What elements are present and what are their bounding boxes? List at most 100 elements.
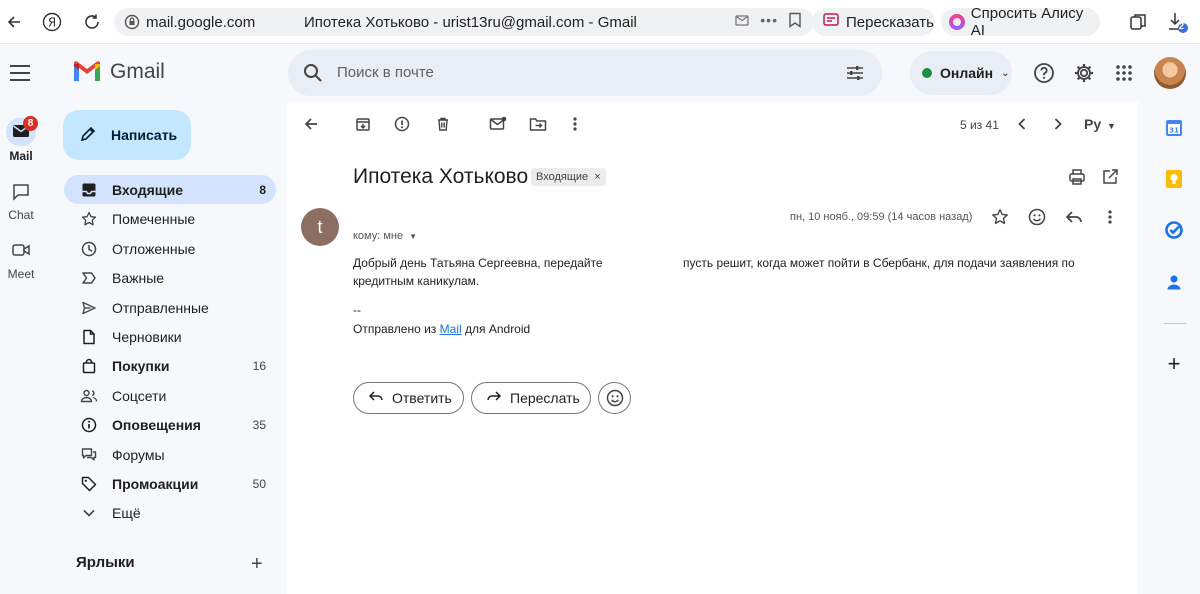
language-label: Ру xyxy=(1084,116,1102,132)
sidebar-item-label: Черновики xyxy=(112,328,182,345)
email-date: пн, 10 нояб., 09:59 (14 часов назад) xyxy=(790,211,973,223)
meet-video-icon[interactable] xyxy=(12,242,30,263)
signature-mail-link[interactable]: Mail xyxy=(440,322,462,336)
keep-notes-icon[interactable] xyxy=(1164,169,1184,189)
sidebar-item-count: 16 xyxy=(252,358,266,373)
chat-icon[interactable] xyxy=(12,183,30,206)
recipient-details[interactable]: кому: мне ▼ xyxy=(353,230,417,242)
sidebar-item-9[interactable]: Оповещения 35 xyxy=(64,410,276,439)
add-label-plus-icon[interactable]: + xyxy=(251,553,263,576)
archive-icon[interactable] xyxy=(353,114,373,134)
more-vertical-icon[interactable] xyxy=(565,114,585,134)
inbox-icon xyxy=(80,181,98,199)
sidebar-item-6[interactable]: Черновики xyxy=(64,322,276,351)
downloads-icon[interactable]: 2 xyxy=(1166,10,1190,34)
pencil-icon xyxy=(79,125,97,146)
sidebar-item-label: Покупки xyxy=(112,357,170,374)
folder-tag[interactable]: Входящие × xyxy=(531,168,606,186)
star-icon xyxy=(80,210,98,228)
search-icon[interactable] xyxy=(302,62,324,89)
ask-alice-button[interactable]: Спросить Алису AI xyxy=(941,5,1100,39)
info-icon xyxy=(80,416,98,434)
sidebar-item-label: Важные xyxy=(112,269,165,286)
open-new-window-icon[interactable] xyxy=(1100,167,1120,187)
reply-label: Ответить xyxy=(392,390,452,406)
calendar-icon[interactable]: 31 xyxy=(1164,118,1184,138)
forward-button[interactable]: Переслать xyxy=(471,382,591,414)
signature-line: Отправлено из Mail для Android xyxy=(353,322,530,336)
sidebar-item-label: Входящие xyxy=(112,181,183,198)
main-menu-icon[interactable] xyxy=(10,65,30,81)
move-to-folder-icon[interactable] xyxy=(528,114,548,134)
get-addons-plus-icon[interactable]: + xyxy=(1164,351,1184,376)
body-line1-part-a: Добрый день Татьяна Сергеевна, передайте xyxy=(353,256,603,270)
body-paragraph-line1: Добрый день Татьяна Сергеевна, передайте… xyxy=(353,256,1075,270)
account-avatar[interactable] xyxy=(1154,57,1186,89)
folder-tag-label: Входящие xyxy=(536,171,589,183)
alice-icon xyxy=(949,14,965,30)
back-to-inbox-icon[interactable] xyxy=(301,114,321,134)
address-bar[interactable]: mail.google.com Ипотека Хотьково - urist… xyxy=(114,8,814,36)
signature-prefix: Отправлено из xyxy=(353,322,437,336)
search-options-icon[interactable] xyxy=(844,62,866,89)
tasks-icon[interactable] xyxy=(1164,220,1184,240)
print-icon[interactable] xyxy=(1067,167,1087,187)
more-dots-icon[interactable]: ••• xyxy=(760,12,778,31)
sidebar-item-8[interactable]: Соцсети xyxy=(64,381,276,410)
rail-chat-label[interactable]: Chat xyxy=(0,208,42,222)
input-language-select[interactable]: Ру ▼ xyxy=(1084,116,1116,132)
tabs-icon[interactable] xyxy=(1126,10,1150,34)
status-selector[interactable]: Онлайн ⌄ xyxy=(910,51,1012,95)
star-icon[interactable] xyxy=(990,207,1010,227)
sidebar-item-count: 50 xyxy=(252,476,266,491)
forum-icon xyxy=(80,446,98,464)
retell-icon xyxy=(822,11,840,33)
pager-text: 5 из 41 xyxy=(960,118,999,132)
reply-button[interactable]: Ответить xyxy=(353,382,464,414)
reader-mode-icon[interactable] xyxy=(734,12,750,31)
mark-unread-icon[interactable] xyxy=(488,114,508,134)
forward-arrow-icon xyxy=(486,390,502,407)
rail-meet-label[interactable]: Meet xyxy=(0,267,42,281)
sidebar-item-4[interactable]: Важные xyxy=(64,263,276,292)
search-placeholder: Поиск в почте xyxy=(337,64,434,81)
rail-mail-label[interactable]: Mail xyxy=(0,149,42,163)
sidebar-item-label: Отправленные xyxy=(112,299,209,316)
sidebar-item-count: 8 xyxy=(259,182,266,197)
sidebar-item-11[interactable]: Промоакции 50 xyxy=(64,469,276,498)
sidebar-item-count: 35 xyxy=(252,417,266,432)
search-input[interactable]: Поиск в почте xyxy=(288,50,882,96)
important-icon xyxy=(80,269,98,287)
sidebar-item-10[interactable]: Форумы xyxy=(64,440,276,469)
contacts-icon[interactable] xyxy=(1164,272,1184,292)
retell-button[interactable]: Пересказать xyxy=(812,8,935,36)
remove-tag-close-icon[interactable]: × xyxy=(594,171,600,183)
apps-grid-icon[interactable] xyxy=(1111,60,1137,86)
gmail-logo[interactable]: Gmail xyxy=(72,60,165,84)
emoji-react-button[interactable] xyxy=(598,382,631,414)
message-more-vertical-icon[interactable] xyxy=(1100,207,1120,227)
compose-button[interactable]: Написать xyxy=(63,110,191,160)
sidebar-item-2[interactable]: Помеченные xyxy=(64,204,276,233)
prev-message-chevron-icon[interactable] xyxy=(1012,114,1032,134)
sidebar-item-label: Соцсети xyxy=(112,387,167,404)
sidebar-item-1[interactable]: Входящие 8 xyxy=(64,175,276,204)
help-icon[interactable] xyxy=(1031,60,1057,86)
reload-icon[interactable] xyxy=(80,10,104,34)
bookmark-icon[interactable] xyxy=(788,12,802,31)
sidebar-item-12[interactable]: Ещё xyxy=(64,498,276,527)
chevron-down-icon: ⌄ xyxy=(1001,67,1010,79)
sidebar-item-5[interactable]: Отправленные xyxy=(64,293,276,322)
settings-gear-icon[interactable] xyxy=(1071,60,1097,86)
sender-avatar[interactable]: t xyxy=(301,208,339,246)
delete-trash-icon[interactable] xyxy=(433,114,453,134)
sidebar-item-3[interactable]: Отложенные xyxy=(64,234,276,263)
emoji-reaction-icon[interactable] xyxy=(1027,207,1047,227)
yandex-logo-icon[interactable]: Я xyxy=(40,10,64,34)
reply-icon[interactable] xyxy=(1064,207,1084,227)
sidebar-item-7[interactable]: Покупки 16 xyxy=(64,351,276,380)
back-arrow-icon[interactable] xyxy=(2,10,26,34)
next-message-chevron-icon[interactable] xyxy=(1048,114,1068,134)
email-subject: Ипотека Хотьково xyxy=(353,165,529,188)
report-spam-icon[interactable] xyxy=(392,114,412,134)
